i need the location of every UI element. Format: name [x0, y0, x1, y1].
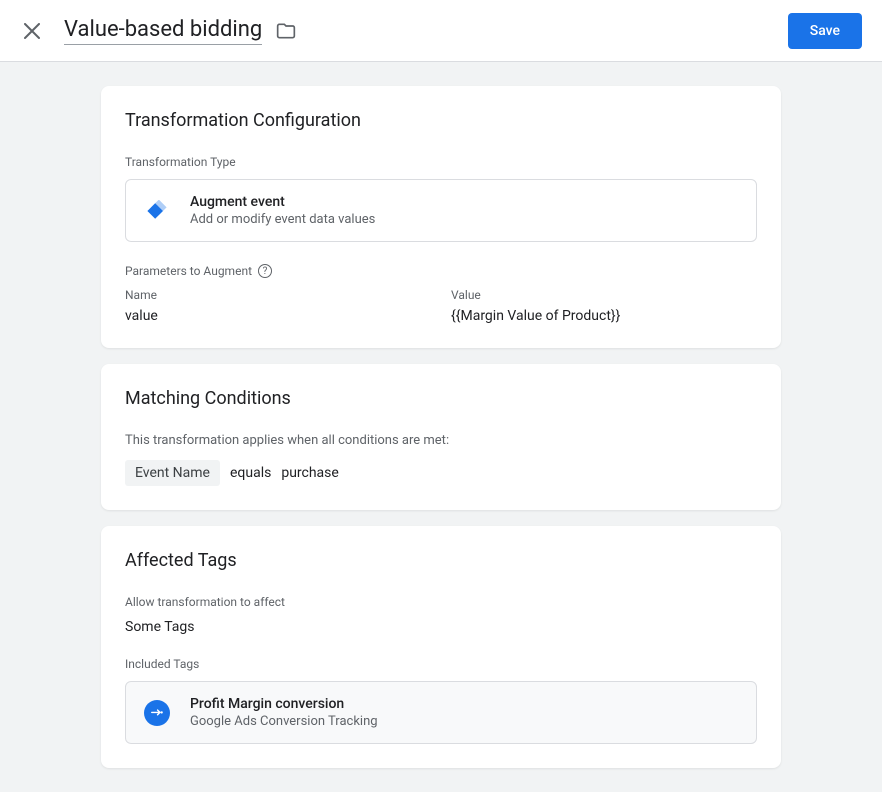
parameter-name-value: value [125, 308, 431, 324]
condition-operator: equals [230, 465, 271, 481]
google-ads-icon [144, 700, 170, 726]
tag-text: Profit Margin conversion Google Ads Conv… [190, 696, 378, 729]
affect-label: Allow transformation to affect [125, 595, 757, 609]
condition-value: purchase [281, 465, 339, 481]
content: Transformation Configuration Transformat… [0, 62, 882, 792]
transformation-config-card: Transformation Configuration Transformat… [101, 86, 781, 348]
parameters-label-text: Parameters to Augment [125, 264, 252, 278]
close-icon[interactable] [20, 19, 44, 43]
save-button[interactable]: Save [788, 13, 862, 49]
parameter-value-value: {{Margin Value of Product}} [451, 308, 757, 324]
matching-description: This transformation applies when all con… [125, 433, 757, 448]
affect-value: Some Tags [125, 619, 757, 635]
augment-event-icon [144, 198, 170, 224]
card-title: Transformation Configuration [125, 110, 757, 131]
transformation-type-name: Augment event [190, 194, 375, 210]
transformation-type-label: Transformation Type [125, 155, 757, 169]
parameter-name-label: Name [125, 288, 431, 302]
header: Value-based bidding Save [0, 0, 882, 62]
parameter-value-col: Value {{Margin Value of Product}} [451, 288, 757, 324]
affected-tags-card: Affected Tags Allow transformation to af… [101, 526, 781, 768]
included-tag-item[interactable]: Profit Margin conversion Google Ads Conv… [125, 681, 757, 744]
transformation-type-desc: Add or modify event data values [190, 212, 375, 227]
parameter-row: Name value Value {{Margin Value of Produ… [125, 288, 757, 324]
tag-type: Google Ads Conversion Tracking [190, 714, 378, 729]
card-title: Matching Conditions [125, 388, 757, 409]
card-title: Affected Tags [125, 550, 757, 571]
parameter-value-label: Value [451, 288, 757, 302]
matching-conditions-card: Matching Conditions This transformation … [101, 364, 781, 510]
tag-name: Profit Margin conversion [190, 696, 378, 712]
parameters-augment-label: Parameters to Augment ? [125, 264, 757, 278]
page-title[interactable]: Value-based bidding [64, 17, 262, 45]
included-tags-label: Included Tags [125, 657, 757, 671]
transformation-type-text: Augment event Add or modify event data v… [190, 194, 375, 227]
condition-row: Event Name equals purchase [125, 460, 757, 486]
condition-variable-chip: Event Name [125, 460, 220, 486]
folder-icon[interactable] [276, 21, 296, 41]
parameter-name-col: Name value [125, 288, 431, 324]
help-icon[interactable]: ? [258, 264, 272, 278]
transformation-type-selector[interactable]: Augment event Add or modify event data v… [125, 179, 757, 242]
